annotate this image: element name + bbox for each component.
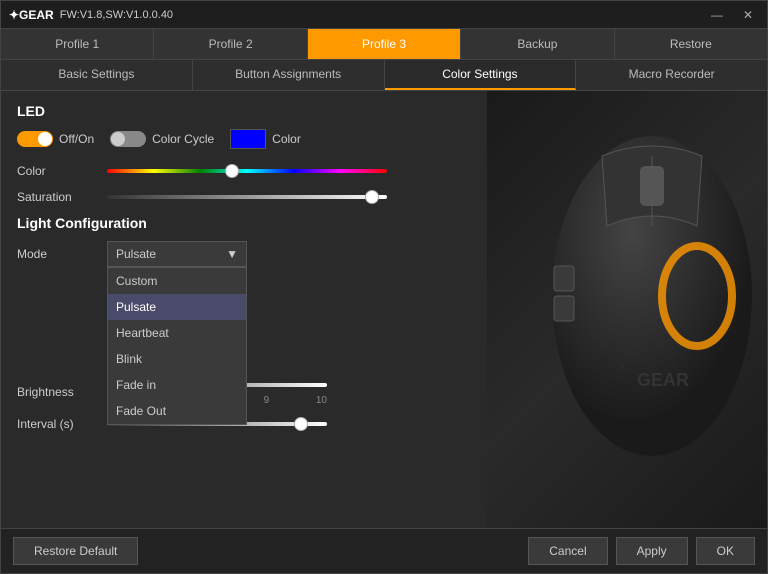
color-cycle-knob: [111, 132, 125, 146]
cancel-button[interactable]: Cancel: [528, 537, 607, 565]
brightness-num-9: 9: [264, 395, 270, 406]
color-slider-track: [107, 169, 387, 173]
gear-logo-icon: ✦GEAR: [9, 8, 54, 22]
section-tabs: Basic Settings Button Assignments Color …: [1, 60, 767, 91]
close-button[interactable]: ✕: [737, 6, 759, 24]
mouse-image-panel: GEAR ✦: [487, 91, 767, 528]
mode-dropdown-menu: Custom Pulsate Heartbeat Blink Fade in F…: [107, 267, 247, 425]
tab-macro-recorder[interactable]: Macro Recorder: [576, 60, 767, 90]
ok-button[interactable]: OK: [696, 537, 755, 565]
color-label: Color: [272, 132, 301, 146]
color-slider-label: Color: [17, 164, 97, 178]
mouse-illustration: GEAR ✦: [522, 96, 767, 476]
svg-text:GEAR: GEAR: [637, 370, 689, 390]
bottom-right-buttons: Cancel Apply OK: [528, 537, 755, 565]
mode-option-custom[interactable]: Custom: [108, 268, 246, 294]
mode-dropdown-wrapper: Pulsate ▼ Custom Pulsate Heartbeat Blink…: [107, 241, 247, 267]
mouse-background: GEAR ✦: [487, 91, 767, 528]
tab-profile1[interactable]: Profile 1: [1, 29, 154, 59]
mode-label: Mode: [17, 247, 97, 261]
mode-option-pulsate[interactable]: Pulsate: [108, 294, 246, 320]
color-cycle-group: Color Cycle: [110, 131, 214, 147]
tab-color-settings[interactable]: Color Settings: [385, 60, 577, 90]
mode-option-fadein[interactable]: Fade in: [108, 372, 246, 398]
color-slider-thumb[interactable]: [225, 164, 239, 178]
mode-option-heartbeat[interactable]: Heartbeat: [108, 320, 246, 346]
title-bar: ✦GEAR FW:V1.8,SW:V1.0.0.40 — ✕: [1, 1, 767, 29]
mode-selected-value: Pulsate: [116, 247, 156, 261]
saturation-slider-track: [107, 195, 387, 199]
tab-basic-settings[interactable]: Basic Settings: [1, 60, 193, 90]
profile-tabs: Profile 1 Profile 2 Profile 3 Backup Res…: [1, 29, 767, 60]
color-swatch-group: Color: [230, 129, 301, 149]
interval-slider-thumb[interactable]: [294, 417, 308, 431]
main-content: LED Off/On Color Cy: [1, 91, 767, 528]
interval-label: Interval (s): [17, 417, 97, 431]
brightness-num-10: 10: [316, 395, 327, 406]
restore-default-button[interactable]: Restore Default: [13, 537, 138, 565]
mode-dropdown-button[interactable]: Pulsate ▼: [107, 241, 247, 267]
tab-profile2[interactable]: Profile 2: [154, 29, 307, 59]
tab-restore[interactable]: Restore: [615, 29, 767, 59]
mode-option-fadeout[interactable]: Fade Out: [108, 398, 246, 424]
offon-toggle-group: Off/On: [17, 131, 94, 147]
minimize-button[interactable]: —: [705, 6, 729, 24]
offon-knob: [38, 132, 52, 146]
color-cycle-label: Color Cycle: [152, 132, 214, 146]
saturation-slider-container: [107, 189, 387, 205]
bottom-bar: Restore Default Cancel Apply OK: [1, 528, 767, 573]
brightness-label: Brightness: [17, 385, 97, 399]
title-left: ✦GEAR FW:V1.8,SW:V1.0.0.40: [9, 8, 173, 22]
tab-profile3[interactable]: Profile 3: [308, 29, 461, 59]
tab-backup[interactable]: Backup: [461, 29, 614, 59]
mode-option-blink[interactable]: Blink: [108, 346, 246, 372]
color-swatch[interactable]: [230, 129, 266, 149]
saturation-slider-label: Saturation: [17, 190, 97, 204]
color-cycle-toggle[interactable]: [110, 131, 146, 147]
apply-button[interactable]: Apply: [616, 537, 688, 565]
tab-button-assignments[interactable]: Button Assignments: [193, 60, 385, 90]
offon-label: Off/On: [59, 132, 94, 146]
app-window: ✦GEAR FW:V1.8,SW:V1.0.0.40 — ✕ Profile 1…: [0, 0, 768, 574]
saturation-slider-thumb[interactable]: [365, 190, 379, 204]
title-controls: — ✕: [705, 6, 759, 24]
color-slider-container: [107, 163, 387, 179]
version-label: FW:V1.8,SW:V1.0.0.40: [60, 9, 173, 21]
svg-text:✦: ✦: [617, 360, 627, 374]
dropdown-arrow-icon: ▼: [226, 247, 238, 261]
offon-toggle[interactable]: [17, 131, 53, 147]
